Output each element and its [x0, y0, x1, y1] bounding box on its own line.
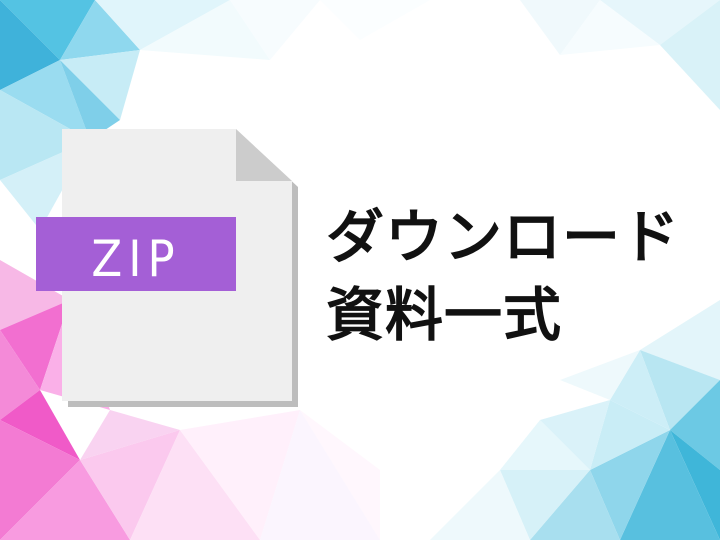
headline-line-2: 資料一式 — [326, 281, 563, 349]
zip-file-icon: ZIP — [30, 125, 310, 415]
headline: ダウンロード 資料一式 — [326, 198, 706, 354]
zip-label: ZIP — [91, 230, 180, 288]
headline-line-1: ダウンロード — [326, 203, 681, 271]
file-fold — [236, 129, 292, 181]
